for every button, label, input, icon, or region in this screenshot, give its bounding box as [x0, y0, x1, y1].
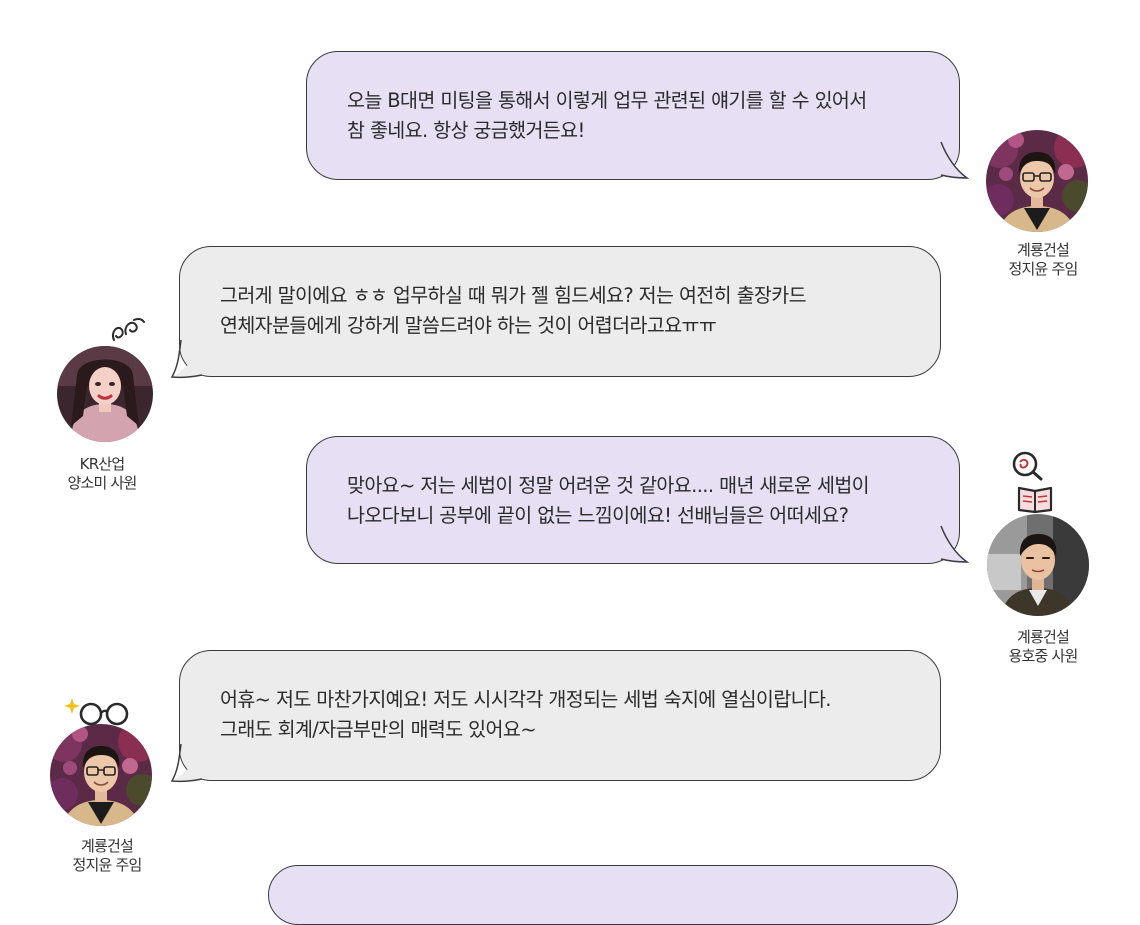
chat-bubble-1-line-2: 참 좋네요. 항상 궁금했거든요! — [347, 119, 585, 142]
speaker-company-3: 계룡건설 — [1016, 628, 1070, 646]
speaker-label-1: 계룡건설 정지윤 주임 — [973, 241, 1113, 279]
glasses-sparkle-icon — [64, 698, 129, 726]
speaker-name-1: 정지윤 주임 — [1008, 260, 1079, 278]
chat-bubble-2: 그러게 말이에요 ㅎㅎ 업무하실 때 뭐가 젤 힘드세요? 저는 여전히 출장카… — [179, 246, 941, 377]
speaker-company-4: 계룡건설 — [80, 837, 134, 855]
avatar-jung-jiyun — [986, 130, 1088, 232]
speaker-label-2: KR산업 양소미 사원 — [32, 455, 172, 493]
speaker-company-2: KR산업 — [79, 455, 125, 473]
avatar-yang-somi — [57, 346, 153, 442]
chat-bubble-1-line-1: 오늘 B대면 미팅을 통해서 이렇게 업무 관련된 얘기를 할 수 있어서 — [347, 89, 867, 112]
speaker-label-4: 계룡건설 정지윤 주임 — [37, 837, 177, 875]
squiggle-doodle-icon — [112, 317, 145, 341]
avatar-jung-jiyun-2 — [50, 724, 152, 826]
chat-bubble-3: 맞아요~ 저는 세법이 정말 어려운 것 같아요.... 매년 새로운 세법이 … — [306, 436, 960, 564]
chat-bubble-4-line-1: 어휴~ 저도 마찬가지예요! 저도 시시각각 개정되는 세법 숙지에 열심이랍니… — [220, 688, 831, 711]
chat-bubble-2-line-2: 연체자분들에게 강하게 말씀드려야 하는 것이 어렵더라고요ㅠㅠ — [220, 314, 717, 337]
speaker-name-2: 양소미 사원 — [67, 474, 138, 492]
chat-bubble-2-line-1: 그러게 말이에요 ㅎㅎ 업무하실 때 뭐가 젤 힘드세요? 저는 여전히 출장카… — [220, 284, 807, 307]
speaker-name-4: 정지윤 주임 — [72, 856, 143, 874]
avatar-yong-hojung — [987, 514, 1089, 616]
magnifier-book-icon — [1012, 451, 1053, 514]
chat-bubble-1-tail — [940, 140, 970, 179]
speaker-company-1: 계룡건설 — [1016, 241, 1070, 259]
chat-bubble-2-tail — [170, 336, 206, 379]
chat-bubble-3-tail — [940, 524, 970, 563]
chat-bubble-5-partial — [268, 865, 958, 925]
speaker-label-3: 계룡건설 용호중 사원 — [973, 628, 1113, 666]
chat-bubble-4: 어휴~ 저도 마찬가지예요! 저도 시시각각 개정되는 세법 숙지에 열심이랍니… — [179, 650, 941, 781]
chat-bubble-4-tail — [170, 740, 206, 783]
chat-bubble-3-line-1: 맞아요~ 저는 세법이 정말 어려운 것 같아요.... 매년 새로운 세법이 — [347, 474, 870, 497]
chat-bubble-4-line-2: 그래도 회계/자금부만의 매력도 있어요~ — [220, 718, 537, 741]
chat-bubble-3-line-2: 나오다보니 공부에 끝이 없는 느낌이에요! 선배님들은 어떠세요? — [347, 504, 849, 527]
chat-bubble-1: 오늘 B대면 미팅을 통해서 이렇게 업무 관련된 얘기를 할 수 있어서 참 … — [306, 51, 960, 180]
speaker-name-3: 용호중 사원 — [1008, 647, 1079, 665]
